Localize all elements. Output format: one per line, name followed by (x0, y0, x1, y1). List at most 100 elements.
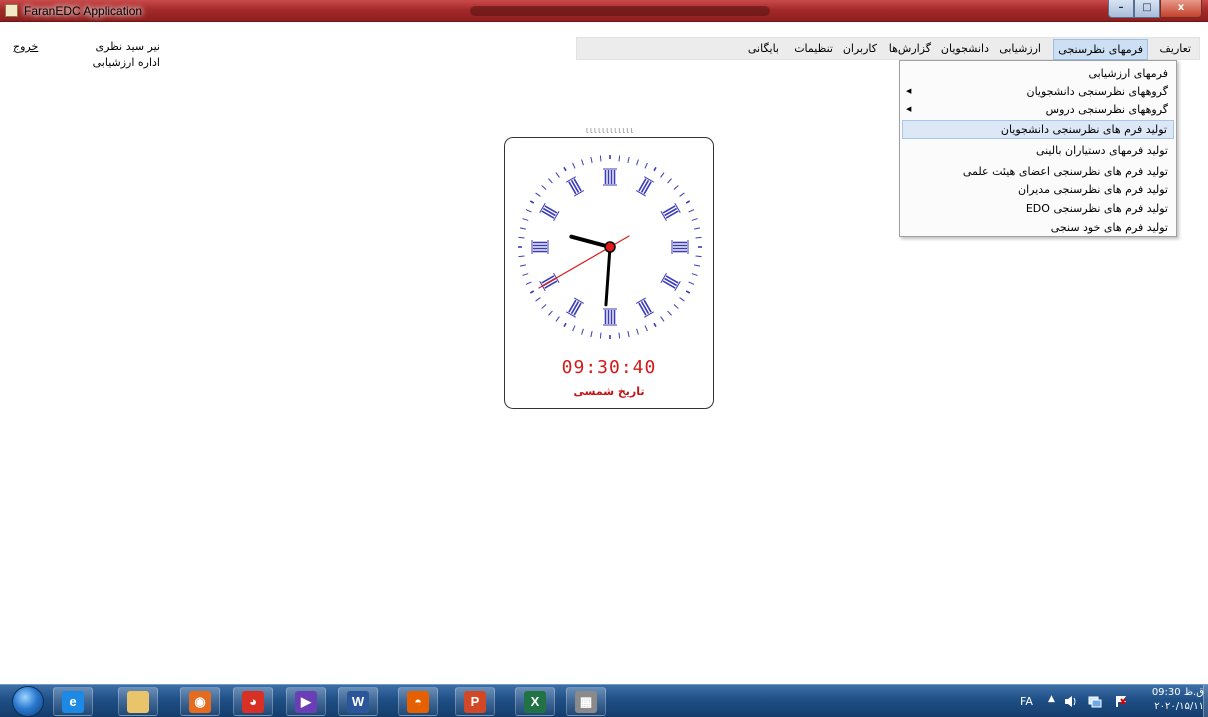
clock-numeral-stroke (573, 302, 582, 316)
taskbar-app-button[interactable] (118, 687, 158, 716)
menu-survey-forms[interactable]: فرمهای نظرسنجی (1053, 39, 1148, 60)
dropdown-item[interactable]: ◀ گروههای نظرسنجی دانشجویان (902, 82, 1174, 101)
dropdown-item[interactable]: تولید فرم های نظرسنجی مدیران (902, 180, 1174, 199)
title-bar[interactable]: FaranEDC Application – □ x (0, 0, 1208, 22)
language-indicator[interactable]: FA (1020, 695, 1033, 708)
taskbar-app-button[interactable]: P (455, 687, 495, 716)
clock-tick (548, 178, 553, 184)
close-button[interactable]: x (1160, 0, 1202, 18)
clock-numeral-stroke (638, 302, 647, 316)
faranedc-icon: ▦ (575, 690, 597, 713)
clock-tick (695, 255, 702, 258)
clock-tick (563, 322, 567, 328)
dropdown-item[interactable]: فرمهای ارزشیابی (902, 64, 1174, 83)
excel-icon: X (524, 690, 546, 713)
clock-numeral-stroke (640, 301, 650, 315)
minimize-button[interactable]: – (1108, 0, 1134, 18)
clock-tick (555, 172, 560, 178)
taskbar-clock-time[interactable]: 09:30 ق.ظ (1150, 687, 1204, 698)
clock-numeral-stroke (640, 179, 650, 193)
taskbar-app-button[interactable]: X (515, 687, 555, 716)
clock-tick (529, 290, 535, 294)
menu-reports[interactable]: گزارش‌ها (889, 42, 931, 55)
dropdown-item-label: تولید فرم های نظرسنجی اعضای هیئت علمی (962, 165, 1168, 178)
show-hidden-icons-icon[interactable]: ▲ (1048, 694, 1055, 704)
clock-tick (590, 156, 593, 163)
dropdown-item[interactable]: تولید فرم های نظرسنجی دانشجویان (902, 120, 1174, 139)
clock-tick (679, 297, 685, 302)
dropdown-item[interactable]: تولید فرمهای دستیاران بالینی (902, 141, 1174, 160)
hour-hand (569, 234, 612, 249)
taskbar-app-button[interactable]: W (338, 687, 378, 716)
user-name: نیر سید نظری (95, 40, 160, 53)
clock-numeral (660, 202, 681, 222)
clock-numeral-stroke (570, 301, 580, 315)
clock-tick (529, 200, 535, 204)
taskbar-app-button[interactable]: ▶ (286, 687, 326, 716)
start-button[interactable] (12, 686, 44, 717)
clock-tick (667, 178, 672, 184)
show-desktop-button[interactable] (1203, 685, 1208, 717)
maximize-button[interactable]: □ (1134, 0, 1160, 18)
dropdown-item[interactable]: تولید فرم های خود سنجی (902, 218, 1174, 237)
network-icon[interactable] (1088, 695, 1102, 708)
clock-tick (691, 218, 698, 221)
taskbar-app-button[interactable]: ◉ (180, 687, 220, 716)
digital-clock: 09:30:40 (561, 357, 657, 378)
clock-numeral-stroke (568, 181, 577, 195)
clock-tick (636, 328, 639, 335)
clock-numeral-stroke (638, 178, 647, 192)
clock-tick (667, 310, 672, 316)
file-explorer-icon (127, 690, 149, 713)
taskbar-app-button[interactable]: ▦ (566, 687, 606, 716)
powerpoint-icon: P (464, 690, 486, 713)
clock-tick (694, 264, 701, 267)
menu-archive[interactable]: بایگانی (748, 42, 779, 55)
clock-tick (653, 322, 657, 328)
clock-numeral (635, 176, 655, 197)
submenu-arrow-icon: ◀ (906, 87, 912, 95)
menu-settings[interactable]: تنظیمات (794, 42, 833, 55)
taskbar: e ◉ ◕ ▶ W ◓ P X ▦ FA ▲ 09:30 ق.ظ ۲۰۲۰/۱۵/۱۱ (0, 684, 1208, 717)
clock-numeral-stroke (570, 179, 580, 193)
volume-icon[interactable] (1064, 695, 1078, 708)
clock-tick (636, 159, 639, 166)
clock-tick (541, 185, 547, 190)
clock-numeral (531, 240, 549, 254)
clock-numeral-stroke (573, 178, 582, 192)
clock-tick (590, 331, 593, 338)
taskbar-app-button[interactable]: ◕ (233, 687, 273, 716)
clock-tick (535, 297, 541, 302)
clock-numeral-stroke (665, 210, 679, 219)
clock-tick (522, 273, 529, 276)
title-bar-extra (470, 6, 770, 16)
clock-tick (627, 156, 630, 163)
logout-link[interactable]: خروج (13, 40, 38, 53)
taskbar-app-button[interactable]: ◓ (398, 687, 438, 716)
dropdown-item-label: گروههای نظرسنجی دروس (1045, 103, 1168, 116)
dropdown-item[interactable]: تولید فرم های نظرسنجی EDO (902, 199, 1174, 218)
taskbar-clock-date[interactable]: ۲۰۲۰/۱۵/۱۱ (1150, 701, 1204, 712)
clock-tick (694, 227, 701, 230)
menu-students[interactable]: دانشجویان (941, 42, 989, 55)
submenu-arrow-icon: ◀ (906, 105, 912, 113)
clock-tick (688, 209, 695, 213)
clock-tick (525, 281, 532, 285)
clock-tick (599, 332, 602, 339)
clock-tick (673, 304, 679, 309)
menu-evaluation[interactable]: ارزشیابی (999, 42, 1041, 55)
clock-tick (572, 325, 576, 332)
menu-users[interactable]: کاربران (843, 42, 877, 55)
second-hand (538, 246, 611, 289)
clock-tick (541, 304, 547, 309)
firefox-icon: ◓ (407, 690, 429, 713)
clock-tick (653, 166, 657, 172)
menu-definitions[interactable]: تعاریف (1160, 42, 1191, 55)
action-center-icon[interactable] (1114, 695, 1128, 708)
dropdown-item[interactable]: تولید فرم های نظرسنجی اعضای هیئت علمی (902, 162, 1174, 181)
clock-numeral (565, 297, 585, 318)
dropdown-item[interactable]: ◀ گروههای نظرسنجی دروس (902, 100, 1174, 119)
clock-numeral-stroke (542, 207, 556, 217)
taskbar-app-button[interactable]: e (53, 687, 93, 716)
media-player-icon: ◉ (189, 690, 211, 713)
